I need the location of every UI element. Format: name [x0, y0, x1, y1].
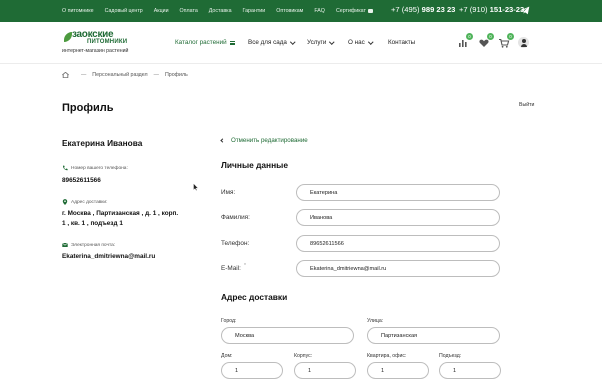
house-input[interactable] [221, 362, 283, 379]
page-title: Профиль [62, 102, 114, 114]
building-label: Корпус: [294, 353, 313, 359]
nav-services[interactable]: Услуги [307, 39, 335, 46]
breadcrumb: — Персональный раздел — Профиль [62, 72, 188, 78]
surname-input[interactable] [296, 209, 500, 226]
logo-line2: ПИТОМНИКИ [87, 39, 128, 45]
personal-data-heading: Личные данные [221, 160, 288, 170]
name-label: Имя: [221, 189, 236, 196]
cancel-edit-label: Отменить редактирование [231, 137, 308, 144]
phone-label: Номер вашего телефона: [62, 165, 128, 171]
email-label: Электронная почта: [62, 242, 115, 248]
nav-contacts-label: Контакты [388, 39, 416, 46]
phone-icon [62, 165, 68, 171]
telegram-icon[interactable] [520, 6, 530, 15]
nav-garden[interactable]: Все для сада [248, 39, 296, 46]
topnav-link-about[interactable]: О питомнике [62, 8, 94, 14]
entrance-input[interactable] [439, 362, 501, 379]
mail-icon [62, 242, 68, 247]
name-input[interactable] [296, 184, 500, 201]
surname-label: Фамилия: [221, 214, 250, 221]
phone-mobile[interactable]: +7 (910) 151-23-23 [459, 5, 524, 14]
chevron-down-icon [290, 39, 296, 44]
building-input[interactable] [294, 362, 356, 379]
topnav-link-garden-center[interactable]: Садовый центр [105, 8, 143, 14]
chevron-down-icon [329, 39, 335, 44]
cart-button[interactable]: 0 [498, 33, 514, 48]
mouse-cursor-icon [193, 183, 199, 191]
topnav-link-guarantees[interactable]: Гарантии [243, 8, 266, 14]
filter-icon [229, 40, 235, 45]
compare-badge: 0 [466, 33, 473, 40]
email-value: Ekaterina_dmitriewna@mail.ru [62, 253, 156, 260]
cancel-edit-link[interactable]: Отменить редактирование [220, 137, 308, 144]
email-label-text: Электронная почта: [71, 242, 116, 248]
street-input[interactable] [367, 327, 500, 344]
nav-about[interactable]: О нас [348, 39, 374, 46]
site-header: заокские ПИТОМНИКИ интернет-магазин раст… [0, 22, 602, 64]
top-bar: О питомнике Садовый центр Акции Оплата Д… [0, 0, 602, 22]
favorites-button[interactable]: 0 [478, 33, 494, 48]
phone-moscow[interactable]: +7 (495) 989 23 23 [391, 5, 455, 14]
nav-about-label: О нас [348, 39, 365, 46]
street-label: Улица: [367, 318, 384, 324]
topnav-link-faq[interactable]: FAQ [314, 8, 325, 14]
logout-link[interactable]: Выйти [519, 102, 534, 108]
logo-tagline: интернет-магазин растений [62, 48, 129, 54]
breadcrumb-separator: — [153, 72, 159, 78]
required-mark: * [244, 263, 246, 269]
home-icon[interactable] [62, 72, 69, 78]
nav-garden-label: Все для сада [248, 39, 287, 46]
logo-line1: заокские [72, 29, 114, 40]
phone2-prefix: +7 [459, 5, 470, 14]
user-name: Екатерина Иванова [62, 138, 143, 148]
site-logo[interactable]: заокские ПИТОМНИКИ интернет-магазин раст… [62, 29, 129, 55]
phone2-code: (910) [469, 5, 488, 14]
apartment-label: Квартира, офис: [367, 353, 407, 359]
delivery-address-heading: Адрес доставки [221, 292, 288, 302]
nav-services-label: Услуги [307, 39, 327, 46]
apartment-input[interactable] [367, 362, 429, 379]
topnav-link-payment[interactable]: Оплата [180, 8, 198, 14]
phone2-number: 151-23-23 [487, 5, 525, 14]
top-nav: О питомнике Садовый центр Акции Оплата Д… [62, 8, 384, 14]
phone1-number: 989 23 23 [419, 5, 456, 14]
breadcrumb-separator: — [81, 72, 87, 78]
chevron-left-icon [220, 138, 225, 143]
address-label: Адрес доставки: [62, 199, 107, 205]
topnav-link-certificate[interactable]: Сертификат [336, 8, 373, 14]
house-label: Дом: [221, 353, 233, 359]
phone-input[interactable] [296, 235, 500, 252]
chevron-down-icon [368, 39, 374, 44]
email-input[interactable] [296, 260, 500, 277]
gift-icon [367, 9, 373, 13]
phone-field-label: Телефон: [221, 240, 250, 247]
city-label: Город: [221, 318, 237, 324]
compare-button[interactable]: 0 [457, 33, 473, 48]
topnav-link-delivery[interactable]: Доставка [209, 8, 232, 14]
topnav-link-promos[interactable]: Акции [154, 8, 169, 14]
phone1-code: (495) [401, 5, 420, 14]
address-line2: 1 , кв. 1 , подъезд 1 [62, 220, 123, 227]
nav-catalog[interactable]: Каталог растений [175, 39, 235, 46]
phone-label-text: Номер вашего телефона: [71, 165, 128, 171]
map-pin-icon [62, 199, 68, 205]
certificate-label: Сертификат [335, 8, 366, 14]
user-avatar-icon[interactable] [518, 37, 529, 48]
favorites-badge: 0 [487, 33, 494, 40]
phone1-prefix: +7 [391, 5, 402, 14]
city-input[interactable] [221, 327, 354, 344]
breadcrumb-profile: Профиль [164, 72, 188, 78]
email-field-label: E-Mail: [221, 265, 241, 272]
breadcrumb-personal[interactable]: Персональный раздел [92, 72, 147, 78]
nav-contacts[interactable]: Контакты [388, 39, 415, 46]
phone-value: 89652611566 [62, 177, 101, 184]
address-label-text: Адрес доставки: [71, 199, 108, 205]
entrance-label: Подъезд: [439, 353, 462, 359]
nav-catalog-label: Каталог растений [175, 39, 227, 46]
cart-badge: 0 [507, 33, 514, 40]
topnav-link-wholesale[interactable]: Оптовикам [276, 8, 303, 14]
